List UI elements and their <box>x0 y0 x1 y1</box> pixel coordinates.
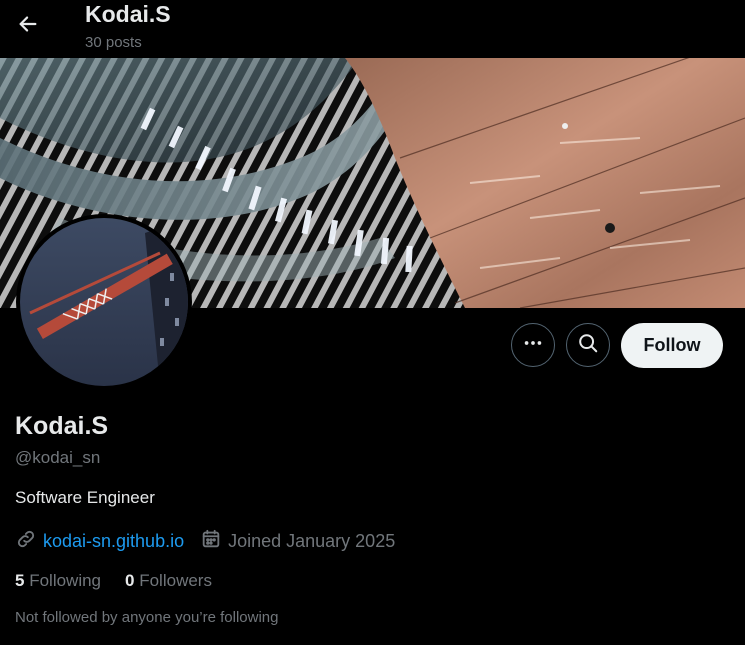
bio: Software Engineer <box>15 488 155 507</box>
post-count: 30 posts <box>85 34 142 51</box>
follow-counts: 5 Following 0 Followers <box>15 571 236 591</box>
followers-label: Followers <box>139 571 212 590</box>
follow-button[interactable]: Follow <box>621 323 723 368</box>
top-bar: Kodai.S 30 posts <box>0 0 745 58</box>
link-icon <box>15 528 43 555</box>
profile-meta: kodai-sn.github.io Joined January 2025 <box>15 528 411 555</box>
joined-date: Joined January 2025 <box>228 531 396 551</box>
following-label: Following <box>29 571 102 590</box>
website-link[interactable]: kodai-sn.github.io <box>43 531 184 552</box>
more-horizontal-icon <box>522 332 544 359</box>
header-title: Kodai.S <box>85 1 171 27</box>
avatar[interactable] <box>16 214 192 390</box>
search-button[interactable] <box>566 323 610 367</box>
handle: @kodai_sn <box>15 448 101 467</box>
arrow-left-icon <box>17 13 39 40</box>
website-item: kodai-sn.github.io <box>15 528 184 555</box>
search-icon <box>577 332 599 359</box>
followers-count: 0 <box>125 571 135 590</box>
calendar-icon <box>200 528 228 555</box>
following-link[interactable]: 5 Following <box>15 571 101 591</box>
followers-link[interactable]: 0 Followers <box>125 571 212 591</box>
back-button[interactable] <box>10 8 46 44</box>
more-options-button[interactable] <box>511 323 555 367</box>
following-count: 5 <box>15 571 25 590</box>
not-followed-notice: Not followed by anyone you’re following <box>15 609 279 626</box>
display-name: Kodai.S <box>15 412 109 440</box>
joined-item: Joined January 2025 <box>200 528 395 555</box>
